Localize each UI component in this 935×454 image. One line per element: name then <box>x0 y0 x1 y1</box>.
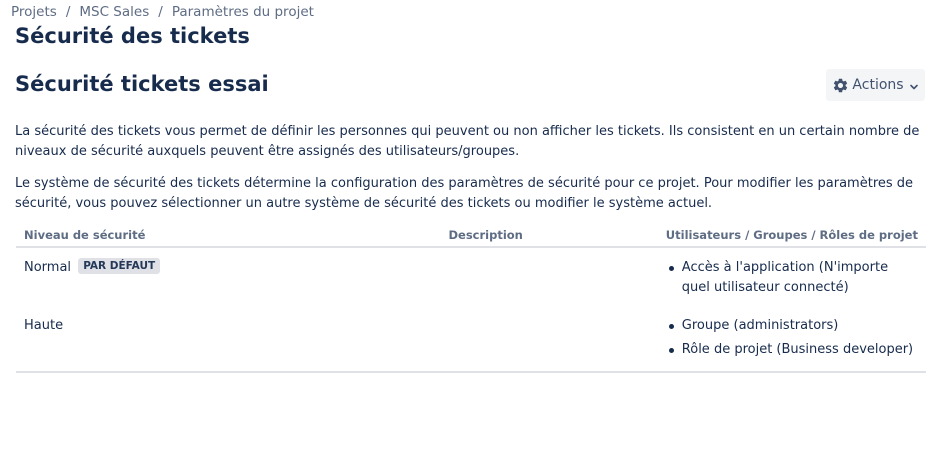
table-header-row: Niveau de sécurité Description Utilisate… <box>16 223 926 248</box>
list-item: Groupe (administrators) <box>668 316 918 336</box>
list-item: Accès à l'application (N'importe quel ut… <box>668 258 918 298</box>
gear-icon <box>832 77 849 94</box>
header-users-groups-roles: Utilisateurs / Groupes / Rôles de projet <box>657 223 926 248</box>
header-description: Description <box>440 223 658 248</box>
breadcrumb-separator: / <box>158 4 163 20</box>
actions-button[interactable]: Actions <box>826 69 925 101</box>
actions-label: Actions <box>852 77 904 93</box>
breadcrumb-project-link[interactable]: MSC Sales <box>79 4 149 20</box>
default-badge: PAR DÉFAUT <box>78 258 161 274</box>
level-name: Haute <box>24 318 64 333</box>
description-cell <box>440 247 657 308</box>
scheme-title: Sécurité tickets essai <box>15 72 269 96</box>
level-cell: Normal PAR DÉFAUT <box>16 247 440 308</box>
page-title: Sécurité des tickets <box>15 24 250 48</box>
breadcrumb-separator: / <box>65 4 71 20</box>
users-cell: Groupe (administrators) Rôle de projet (… <box>657 308 926 373</box>
users-list: Groupe (administrators) Rôle de projet (… <box>666 316 918 360</box>
users-cell: Accès à l'application (N'importe quel ut… <box>658 247 926 308</box>
level-cell: Haute <box>16 308 441 373</box>
description-cell <box>440 308 658 373</box>
page: Projets / MSC Sales / Paramètres du proj… <box>0 0 935 454</box>
scheme-paragraph: Le système de sécurité des tickets déter… <box>15 176 914 211</box>
level-name: Normal <box>24 260 72 275</box>
table-row: Normal PAR DÉFAUT Accès à l'application … <box>16 247 926 308</box>
chevron-down-icon <box>909 80 919 90</box>
users-list: Accès à l'application (N'importe quel ut… <box>666 258 918 298</box>
intro-paragraph: La sécurité des tickets vous permet de d… <box>15 124 920 159</box>
breadcrumb-projects-link[interactable]: Projets <box>11 4 57 20</box>
table-row: Haute Groupe (administrators) Rôle de pr… <box>16 308 926 373</box>
list-item: Rôle de projet (Business developer) <box>668 340 918 360</box>
header-security-level: Niveau de sécurité <box>16 223 441 248</box>
security-levels-table: Niveau de sécurité Description Utilisate… <box>16 223 926 373</box>
breadcrumb: Projets / MSC Sales / Paramètres du proj… <box>11 4 314 20</box>
breadcrumb-settings-link[interactable]: Paramètres du projet <box>172 4 314 20</box>
